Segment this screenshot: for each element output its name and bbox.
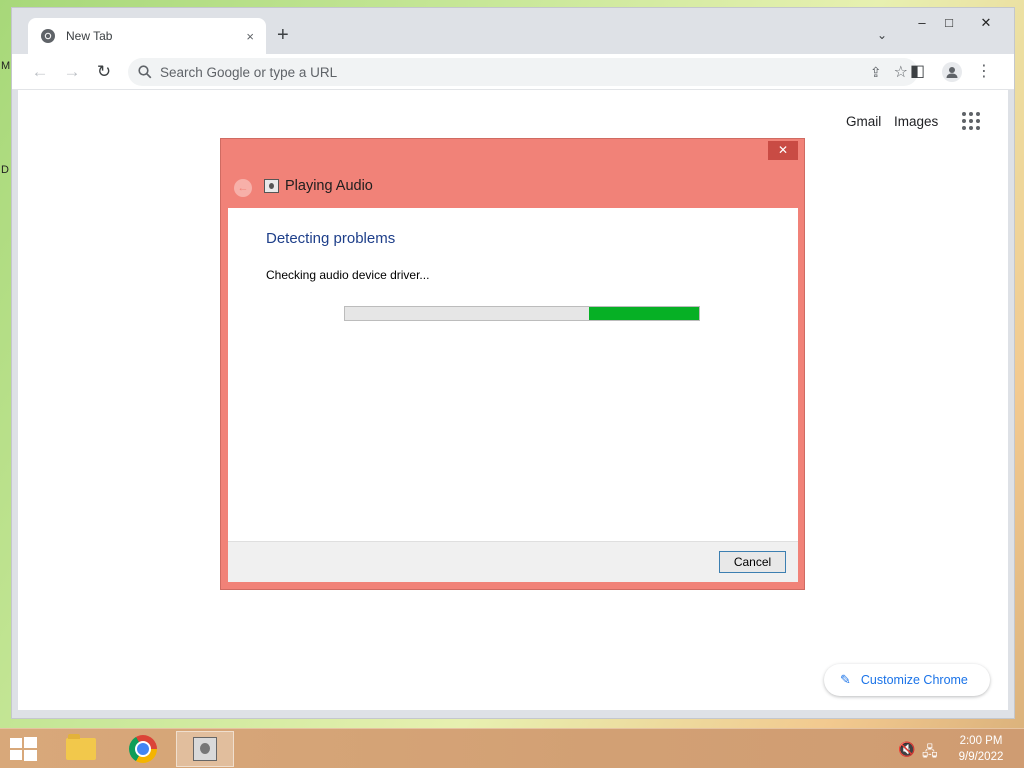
minimize-button[interactable]: – (909, 12, 935, 34)
taskbar-troubleshooter[interactable] (176, 731, 234, 767)
new-tab-button[interactable]: + (277, 23, 289, 47)
network-icon[interactable]: 🖧 (922, 741, 938, 765)
share-icon[interactable]: ⇪ (870, 64, 882, 81)
desktop-icon-label-fragment: D (1, 164, 9, 176)
clock-time: 2:00 PM (959, 735, 1003, 747)
bookmark-star-icon[interactable]: ☆ (894, 62, 908, 82)
back-arrow-icon[interactable]: ← (234, 179, 252, 197)
taskbar-file-explorer[interactable] (52, 731, 110, 767)
tab-search-icon[interactable]: ⌄ (877, 28, 887, 42)
chrome-icon (129, 735, 157, 763)
tab-new-tab[interactable]: New Tab × (28, 18, 266, 54)
profile-icon (942, 62, 962, 82)
dialog-heading: Detecting problems (266, 230, 396, 247)
status-text: Checking audio device driver... (266, 268, 430, 282)
dialog-footer: Cancel (228, 541, 798, 582)
tab-strip: New Tab × + ⌄ – □ ✕ (12, 8, 1014, 54)
side-panel-icon[interactable]: ◧ (910, 62, 925, 82)
omnibox-input[interactable] (160, 64, 858, 80)
dialog-body: Detecting problems Checking audio device… (228, 208, 798, 582)
troubleshooter-icon (264, 179, 279, 193)
folder-icon (66, 734, 96, 760)
customize-chrome-button[interactable]: ✎ Customize Chrome (824, 664, 990, 696)
troubleshooter-taskbar-icon (193, 737, 217, 761)
taskbar: 🔇 🖧 2:00 PM 9/9/2022 (0, 728, 1024, 768)
dialog-title: Playing Audio (285, 178, 373, 194)
back-icon[interactable]: ← (30, 62, 50, 82)
images-link[interactable]: Images (894, 114, 938, 129)
gmail-link[interactable]: Gmail (846, 114, 881, 129)
progress-bar (344, 306, 700, 321)
pencil-icon: ✎ (840, 672, 851, 687)
browser-toolbar: ← → ↻ ⇪ ☆ ◧ ⋮ (12, 54, 1014, 90)
forward-icon[interactable]: → (62, 62, 82, 82)
reload-icon[interactable]: ↻ (94, 62, 114, 82)
volume-muted-icon[interactable]: 🔇 (898, 741, 915, 758)
close-window-button[interactable]: ✕ (973, 12, 999, 34)
search-icon (138, 65, 152, 79)
profile-avatar[interactable] (942, 62, 962, 82)
tab-close-icon[interactable]: × (246, 29, 254, 44)
taskbar-chrome[interactable] (114, 731, 172, 767)
troubleshooter-dialog: ✕ ← Playing Audio Detecting problems Che… (220, 138, 805, 590)
progress-fill (589, 307, 699, 320)
tab-title: New Tab (66, 29, 113, 43)
windows-start-icon[interactable] (8, 737, 38, 761)
maximize-button[interactable]: □ (936, 12, 962, 34)
dialog-close-button[interactable]: ✕ (768, 141, 798, 160)
chrome-menu-icon[interactable]: ⋮ (976, 62, 992, 82)
chrome-favicon-icon (41, 29, 55, 43)
cancel-button[interactable]: Cancel (719, 551, 786, 573)
clock-date: 9/9/2022 (958, 751, 1004, 763)
system-clock[interactable]: 2:00 PM 9/9/2022 (952, 733, 1010, 765)
google-apps-icon[interactable] (962, 112, 982, 132)
omnibox[interactable]: ⇪ ☆ (128, 58, 918, 86)
desktop-icon-label-fragment: M (1, 60, 11, 72)
customize-chrome-label: Customize Chrome (860, 673, 968, 687)
